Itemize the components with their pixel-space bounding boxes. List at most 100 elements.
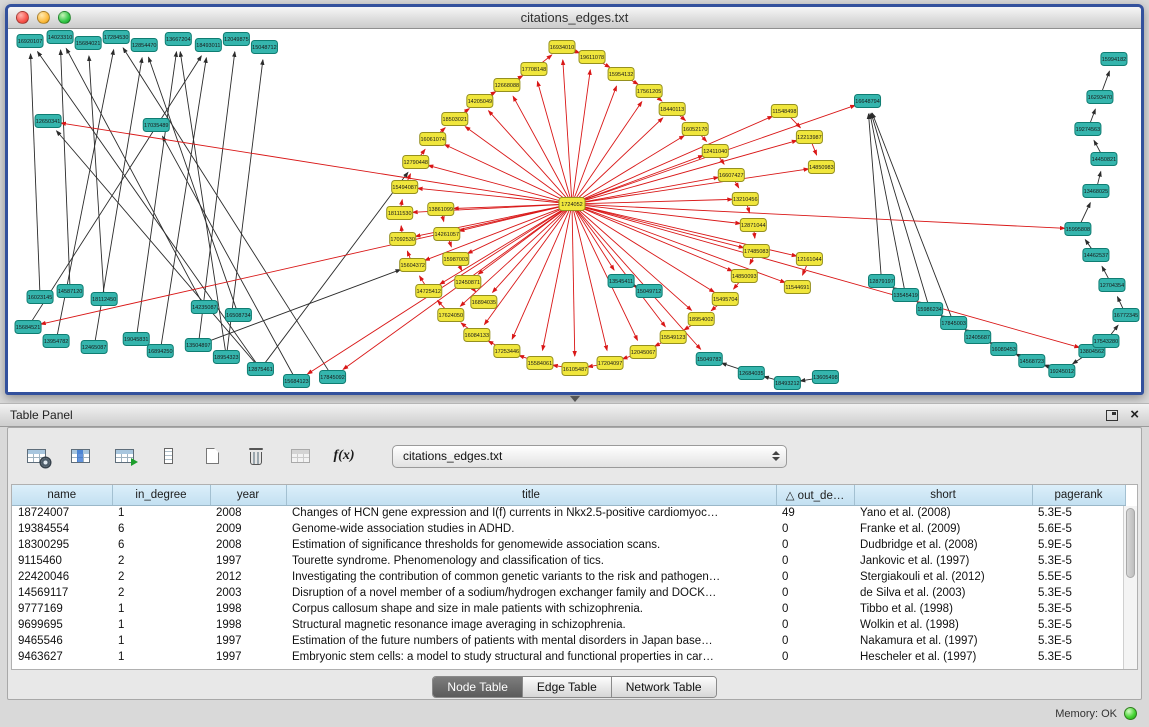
table-cell: Embryonic stem cells: a model to study s…: [286, 649, 776, 665]
graph-node-label: 13210456: [733, 197, 758, 203]
table-cell: 2008: [210, 537, 286, 553]
graph-edge[interactable]: [578, 205, 740, 224]
memory-status-label: Memory: OK: [1055, 708, 1117, 720]
table-cell: 6: [112, 537, 210, 553]
graph-node-label: 13545411: [609, 279, 633, 285]
table-cell: Disruption of a novel member of a sodium…: [286, 585, 776, 601]
graph-edge[interactable]: [543, 210, 571, 350]
tab-node-table[interactable]: Node Table: [433, 677, 523, 697]
graph-node-label: 16894035: [472, 300, 497, 306]
graph-edge[interactable]: [61, 50, 70, 285]
scrollbar-thumb[interactable]: [1126, 508, 1135, 578]
table-cell: Investigating the contribution of common…: [286, 569, 776, 585]
graph-edge[interactable]: [1080, 203, 1090, 224]
table-row[interactable]: 1456911722003Disruption of a novel membe…: [12, 585, 1125, 601]
graph-edge[interactable]: [460, 208, 567, 306]
table-row[interactable]: 1938455462009Genome-wide association stu…: [12, 521, 1125, 537]
table-cell: 1997: [210, 553, 286, 569]
table-scrollbar[interactable]: [1123, 506, 1137, 669]
graph-node-label: 18112450: [92, 297, 116, 303]
graph-edge[interactable]: [31, 54, 40, 291]
table-row[interactable]: 969969511998Structural magnetic resonanc…: [12, 617, 1125, 633]
minimize-window-button[interactable]: [37, 11, 50, 24]
table-cell: 0: [776, 537, 854, 553]
graph-node-label: 16934010: [550, 45, 575, 51]
import-table-button[interactable]: [286, 442, 314, 470]
graph-node-label: 13804562: [1080, 349, 1105, 355]
zoom-window-button[interactable]: [58, 11, 71, 24]
tab-network-table[interactable]: Network Table: [612, 677, 716, 697]
graph-edge[interactable]: [575, 102, 641, 199]
network-canvas[interactable]: 1724052169340101961107815954132175612051…: [8, 29, 1141, 392]
graph-edge[interactable]: [428, 165, 566, 202]
graph-edge[interactable]: [227, 60, 263, 351]
float-panel-icon[interactable]: [1106, 410, 1118, 421]
graph-edge[interactable]: [1102, 266, 1109, 279]
network-window-titlebar[interactable]: citations_edges.txt: [8, 7, 1141, 29]
table-cell: 1997: [210, 649, 286, 665]
divider-handle-icon[interactable]: [570, 396, 580, 402]
column-header-short[interactable]: short: [854, 485, 1032, 505]
graph-edge[interactable]: [1094, 140, 1101, 153]
graph-edge[interactable]: [61, 123, 566, 203]
graph-edge[interactable]: [812, 143, 817, 155]
graph-edge[interactable]: [57, 131, 257, 365]
function-builder-button[interactable]: f(x): [330, 442, 358, 470]
graph-edge[interactable]: [1097, 172, 1100, 186]
column-header-title[interactable]: title: [286, 485, 776, 505]
attribute-table: namein_degreeyeartitle△ out_de…shortpage…: [12, 485, 1126, 665]
graph-node-label: 12465087: [82, 345, 107, 351]
panel-divider[interactable]: [0, 395, 1149, 403]
delete-button[interactable]: [242, 442, 270, 470]
table-cell: 1: [112, 617, 210, 633]
graph-edge[interactable]: [66, 48, 201, 301]
table-cell: 5.3E-5: [1032, 617, 1125, 633]
graph-edge[interactable]: [468, 207, 567, 254]
close-panel-icon[interactable]: ×: [1130, 409, 1139, 421]
graph-edge[interactable]: [89, 56, 104, 293]
graph-edge[interactable]: [401, 226, 402, 233]
memory-status-indicator: [1124, 707, 1137, 720]
graph-edge[interactable]: [1090, 109, 1095, 123]
graph-node-label: 14205049: [468, 99, 493, 105]
column-header-out_de[interactable]: △ out_de…: [776, 485, 854, 505]
graph-edge[interactable]: [572, 210, 575, 356]
table-panel-actions: ×: [1106, 409, 1139, 421]
graph-edge[interactable]: [1117, 297, 1123, 310]
table-mode-button[interactable]: [22, 442, 50, 470]
new-column-button[interactable]: [198, 442, 226, 470]
table-row[interactable]: 1872400712008Changes of HCN gene express…: [12, 505, 1125, 521]
table-select-dropdown[interactable]: citations_edges.txt: [392, 445, 787, 468]
table-row[interactable]: 946362711997Embryonic stem cells: a mode…: [12, 649, 1125, 665]
graph-edge[interactable]: [454, 204, 566, 208]
graph-node-label: 14568723: [1020, 359, 1045, 365]
graph-edge[interactable]: [754, 231, 755, 238]
graph-edge[interactable]: [1102, 71, 1109, 91]
graph-edge[interactable]: [578, 177, 719, 203]
column-header-pagerank[interactable]: pagerank: [1032, 485, 1125, 505]
column-header-name[interactable]: name: [12, 485, 112, 505]
network-graph[interactable]: 1724052169340101961107815954132175612051…: [8, 29, 1141, 392]
graph-node-label: 17845003: [941, 321, 966, 327]
table-row[interactable]: 946554611997Estimation of the future num…: [12, 633, 1125, 649]
table-cell: 5.3E-5: [1032, 601, 1125, 617]
table-cell: 2008: [210, 505, 286, 521]
table-row[interactable]: 977716911998Corpus callosum shape and si…: [12, 601, 1125, 617]
graph-edge[interactable]: [31, 56, 201, 322]
table-row[interactable]: 2242004622012Investigating the contribut…: [12, 569, 1125, 585]
show-columns-button[interactable]: [66, 442, 94, 470]
column-button[interactable]: [154, 442, 182, 470]
table-row[interactable]: 911546021997Tourette syndrome. Phenomeno…: [12, 553, 1125, 569]
close-window-button[interactable]: [16, 11, 29, 24]
graph-edge[interactable]: [578, 204, 1065, 228]
table-row[interactable]: 1830029562008Estimation of significance …: [12, 537, 1125, 553]
graph-node-label: 12879197: [869, 279, 894, 285]
graph-edge[interactable]: [578, 141, 797, 203]
column-header-in_degree[interactable]: in_degree: [112, 485, 210, 505]
graph-edge[interactable]: [440, 207, 567, 284]
export-table-button[interactable]: [110, 442, 138, 470]
column-header-year[interactable]: year: [210, 485, 286, 505]
tab-edge-table[interactable]: Edge Table: [523, 677, 612, 697]
table-cell: Wolkin et al. (1998): [854, 617, 1032, 633]
graph-edge[interactable]: [577, 207, 714, 292]
